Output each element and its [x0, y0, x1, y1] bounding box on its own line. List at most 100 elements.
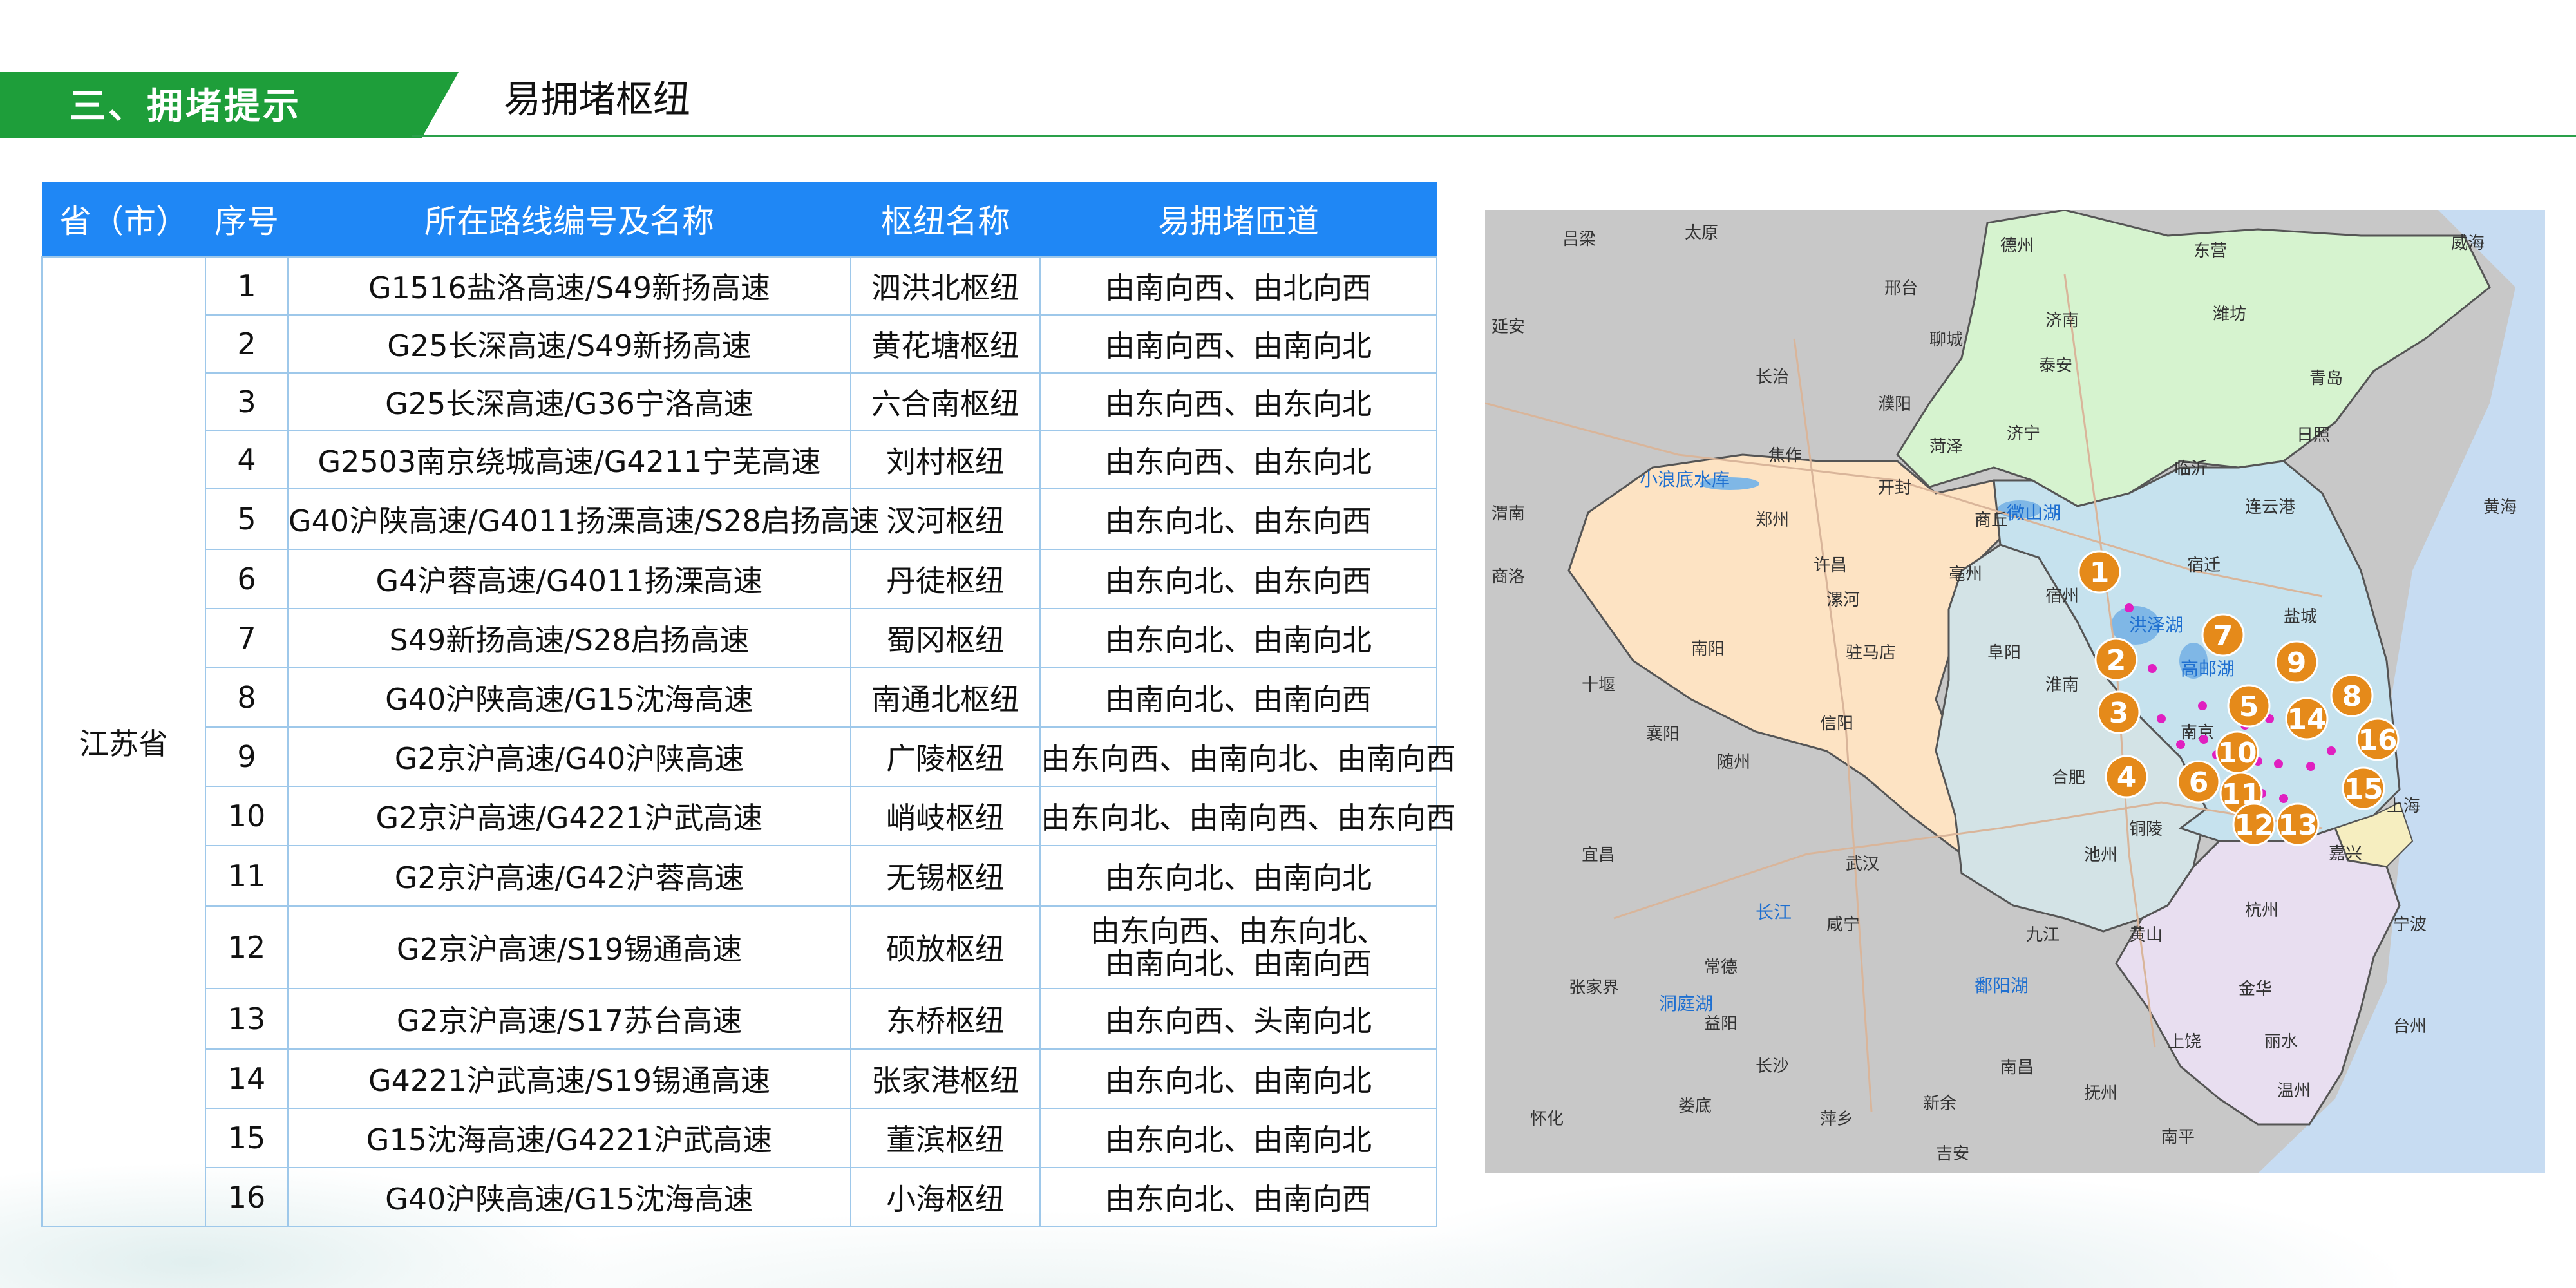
map-canvas: 吕梁 太原 邢台 德州 东营 威海 延安 聊城 济南 潍坊 青岛 长治 泰安 濮…: [1485, 210, 2545, 1173]
city-label: 台州: [2393, 1017, 2427, 1036]
hub-marker: 14: [2285, 697, 2329, 741]
table-row: 5 G40沪陕高速/G4011扬溧高速/S28启扬高速 汊河枢纽 由东向北、由东…: [42, 488, 1437, 550]
table-row: 3 G25长深高速/G36宁洛高速 六合南枢纽 由东向西、由东向北: [42, 372, 1437, 431]
row-hub: 泗洪北枢纽: [850, 256, 1041, 316]
city-label: 渭南: [1492, 504, 1525, 524]
hub-marker: 7: [2201, 613, 2245, 657]
congestion-map: 吕梁 太原 邢台 德州 东营 威海 延安 聊城 济南 潍坊 青岛 长治 泰安 濮…: [1485, 210, 2545, 1173]
city-label: 池州: [2084, 846, 2117, 865]
city-label: 东营: [2193, 242, 2227, 261]
row-hub: 峭岐枢纽: [850, 786, 1041, 846]
row-hub: 小海枢纽: [850, 1167, 1041, 1227]
city-label: 连云港: [2245, 498, 2295, 517]
city-label: 青岛: [2309, 369, 2343, 388]
city-label: 咸宁: [1826, 915, 1860, 934]
row-hub: 六合南枢纽: [850, 372, 1041, 431]
city-label: 南阳: [1691, 639, 1725, 659]
city-label: 南京: [2181, 723, 2214, 743]
city-label: 焦作: [1768, 446, 1802, 466]
section-title: 三、拥堵提示: [70, 86, 301, 128]
row-ramps: 由南向西、由南向北: [1039, 314, 1437, 374]
row-ramps: 由东向北、由南向西、由东向西: [1039, 786, 1455, 846]
city-label: 潍坊: [2213, 305, 2246, 324]
page-subtitle: 易拥堵枢纽: [504, 77, 691, 121]
city-label: 襄阳: [1646, 724, 1680, 744]
table-row: 9 G2京沪高速/G40沪陕高速 广陵枢纽 由东向西、由南向北、由南向西: [42, 726, 1455, 787]
city-label: 杭州: [2245, 901, 2278, 920]
city-label: 吕梁: [1562, 230, 1596, 249]
hub-dot: [2148, 664, 2157, 673]
hub-marker: 13: [2276, 802, 2320, 846]
table-row: 7 S49新扬高速/S28启扬高速 蜀冈枢纽 由东向北、由南向北: [42, 608, 1437, 668]
marker-label: 2: [2107, 644, 2126, 677]
table-row: 14 G4221沪武高速/S19锡通高速 张家港枢纽 由东向北、由南向北: [42, 1048, 1437, 1109]
city-label: 德州: [2000, 236, 2034, 256]
table-row: 10 G2京沪高速/G4221沪武高速 峭岐枢纽 由东向北、由南向西、由东向西: [42, 786, 1455, 846]
hub-marker: 8: [2330, 674, 2374, 717]
city-label: 吉安: [1936, 1144, 1969, 1164]
lake-label: 微山湖: [2007, 502, 2061, 524]
table-row: 16 G40沪陕高速/G15沈海高速 小海枢纽 由东向北、由南向西: [42, 1167, 1437, 1227]
row-route: G2京沪高速/S17苏台高速: [287, 988, 851, 1050]
row-index: 14: [205, 1048, 289, 1109]
city-label: 十堰: [1582, 676, 1615, 695]
city-label: 济南: [2045, 311, 2079, 330]
city-label: 郑州: [1756, 511, 1789, 530]
row-index: 4: [205, 430, 289, 489]
city-label: 金华: [2239, 980, 2272, 999]
city-label: 商洛: [1492, 567, 1525, 587]
hub-dot: [2176, 740, 2185, 749]
header-divider: [412, 135, 2576, 137]
row-route: G2京沪高速/G4221沪武高速: [287, 786, 851, 846]
row-index: 16: [205, 1167, 289, 1227]
city-label: 威海: [2451, 234, 2485, 253]
row-route: G40沪陕高速/G15沈海高速: [287, 1167, 851, 1227]
lake-label: 鄱阳湖: [1975, 975, 2029, 996]
city-label: 九江: [2026, 925, 2060, 945]
row-hub: 刘村枢纽: [850, 430, 1041, 489]
city-label: 张家界: [1569, 978, 1619, 998]
table-row: 11 G2京沪高速/G42沪蓉高速 无锡枢纽 由东向北、由南向北: [42, 845, 1437, 907]
city-label: 益阳: [1704, 1014, 1738, 1034]
row-ramps: 由东向西、由东向北、 由南向北、由南向西: [1039, 905, 1437, 989]
city-label: 长沙: [1756, 1057, 1789, 1076]
congestion-hub-table: 省（市） 序号 所在路线编号及名称 枢纽名称 易拥堵匝道 江苏省 1 G1516…: [41, 182, 1455, 1227]
row-index: 8: [205, 667, 289, 728]
row-ramps: 由东向北、由东向西: [1039, 549, 1437, 609]
header-province: 省（市）: [42, 182, 205, 257]
row-index: 12: [205, 905, 289, 989]
city-label: 商丘: [1975, 511, 2008, 530]
table-row: 12 G2京沪高速/S19锡通高速 硕放枢纽 由东向西、由东向北、 由南向北、由…: [42, 905, 1437, 989]
hub-marker: 12: [2232, 802, 2276, 846]
province-cell: 江苏省: [41, 256, 206, 1227]
row-ramps: 由东向北、由南向西: [1039, 1167, 1437, 1227]
row-ramps: 由东向西、由东向北: [1039, 372, 1437, 431]
table-row: 2 G25长深高速/S49新扬高速 黄花塘枢纽 由南向西、由南向北: [42, 314, 1437, 374]
marker-label: 14: [2287, 703, 2326, 736]
row-hub: 东桥枢纽: [850, 988, 1041, 1050]
marker-label: 1: [2090, 556, 2110, 589]
row-hub: 董滨枢纽: [850, 1108, 1041, 1168]
row-hub: 蜀冈枢纽: [850, 608, 1041, 668]
row-route: G2503南京绕城高速/G4211宁芜高速: [287, 430, 851, 489]
marker-label: 10: [2217, 737, 2257, 770]
row-index: 2: [205, 314, 289, 374]
row-ramps: 由东向西、头南向北: [1039, 988, 1437, 1050]
hub-marker: 9: [2275, 640, 2318, 684]
city-label: 济宁: [2007, 424, 2040, 444]
hub-dot: [2274, 759, 2283, 768]
hub-marker: 3: [2097, 690, 2141, 734]
city-label: 南昌: [2000, 1058, 2034, 1077]
city-label: 许昌: [1814, 556, 1847, 575]
row-hub: 丹徒枢纽: [850, 549, 1041, 609]
row-ramps: 由东向北、由南向北: [1039, 845, 1437, 907]
row-route: G4沪蓉高速/G4011扬溧高速: [287, 549, 851, 609]
row-hub: 张家港枢纽: [850, 1048, 1041, 1109]
city-label: 漯河: [1826, 591, 1860, 610]
hub-dot: [2125, 603, 2134, 612]
hub-marker: 2: [2094, 638, 2138, 681]
row-index: 5: [205, 488, 289, 550]
city-label: 温州: [2277, 1081, 2311, 1101]
city-label: 亳州: [1949, 565, 1982, 584]
lake-label: 洪泽湖: [2129, 614, 2183, 636]
